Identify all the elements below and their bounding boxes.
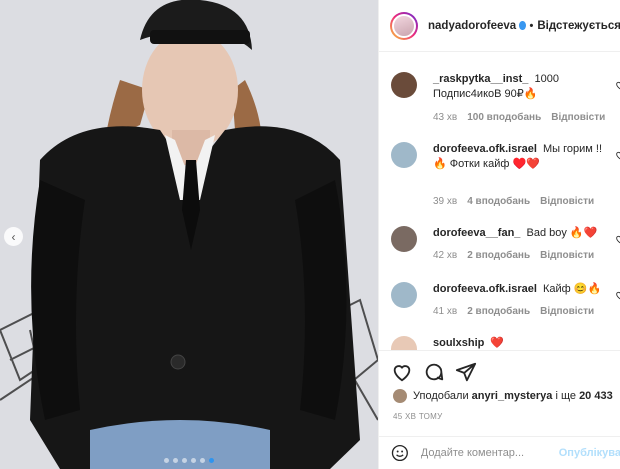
carousel-indicator [164, 458, 214, 463]
post-timestamp[interactable]: 45 ХВ ТОМУ [393, 412, 443, 421]
likes-summary: Уподобали anyri_mysterya і ще 20 433 [393, 389, 613, 403]
heart-icon[interactable] [615, 150, 620, 160]
liker-username[interactable]: anyri_mysterya [472, 390, 553, 402]
header-separator: • [529, 19, 534, 32]
comment-time: 39 хв [433, 196, 458, 207]
comment-likes[interactable]: 2 вподобань [467, 306, 530, 317]
comment-icon[interactable] [423, 361, 445, 383]
comment-content: ❤️ [490, 337, 505, 349]
carousel-dot [173, 458, 178, 463]
comment-meta: 39 хв 4 вподобань Відповісти [433, 196, 594, 207]
carousel-dot [191, 458, 196, 463]
comment-avatar[interactable] [391, 142, 417, 168]
comment-input[interactable] [420, 447, 551, 459]
author-avatar[interactable] [390, 11, 418, 40]
post-sidebar: nadyadorofeeva • Відстежується _raskpytk… [378, 0, 620, 469]
reply-button[interactable]: Відповісти [540, 306, 594, 317]
photo-illustration [0, 0, 378, 469]
heart-icon[interactable] [615, 80, 620, 90]
comment-avatar[interactable] [391, 72, 417, 98]
add-comment-bar: Опублікува [379, 436, 620, 469]
post-photo: ‹ [0, 0, 378, 469]
comment-time: 43 хв [433, 112, 458, 123]
comment-avatar[interactable] [391, 226, 417, 252]
likes-middle: і ще [555, 390, 576, 402]
comment-username[interactable]: dorofeeva.ofk.israel [433, 283, 537, 295]
comment-avatar[interactable] [391, 282, 417, 308]
comments-list[interactable]: _raskpytka__inst_ 1000 Подпис4икоВ 90₽🔥 … [379, 60, 620, 350]
comment-likes[interactable]: 4 вподобань [467, 196, 530, 207]
comment-meta: 42 хв 2 вподобань Відповісти [433, 250, 594, 261]
following-button[interactable]: Відстежується [537, 20, 620, 32]
comment-text: _raskpytka__inst_ 1000 Подпис4икоВ 90₽🔥 [433, 72, 613, 102]
carousel-prev-button[interactable]: ‹ [4, 227, 23, 246]
comment-time: 42 хв [433, 250, 458, 261]
reply-button[interactable]: Відповісти [540, 250, 594, 261]
comment-text: dorofeeva.ofk.israel Кайф 😊🔥 [433, 282, 613, 297]
comment-meta: 43 хв 100 вподобань Відповісти [433, 112, 605, 123]
emoji-icon[interactable] [391, 443, 409, 463]
liker-avatar[interactable] [393, 389, 407, 403]
post-comment-button[interactable]: Опублікува [559, 447, 620, 459]
comment-time: 41 хв [433, 306, 458, 317]
comment-text: soulxship ❤️ [433, 336, 613, 350]
comment-likes[interactable]: 2 вподобань [467, 250, 530, 261]
comment-text: dorofeeva__fan_ Bad boy 🔥❤️ [433, 226, 613, 241]
share-icon[interactable] [455, 361, 477, 383]
reply-button[interactable]: Відповісти [540, 196, 594, 207]
comment-username[interactable]: _raskpytka__inst_ [433, 73, 528, 85]
heart-icon[interactable] [615, 234, 620, 244]
comment-username[interactable]: dorofeeva.ofk.israel [433, 143, 537, 155]
comment-likes[interactable]: 100 вподобань [467, 112, 541, 123]
likes-prefix: Уподобали [413, 390, 469, 402]
verified-icon [519, 21, 526, 30]
heart-icon[interactable] [615, 290, 620, 300]
reply-button[interactable]: Відповісти [551, 112, 605, 123]
comment-username[interactable]: soulxship [433, 337, 484, 349]
carousel-dot-active [209, 458, 214, 463]
comment-text: dorofeeva.ofk.israel Мы горим !! 🔥 Фотки… [433, 142, 613, 172]
chevron-left-icon: ‹ [11, 229, 16, 244]
likes-count[interactable]: 20 433 [579, 390, 613, 402]
comment-content: Bad boy 🔥❤️ [526, 227, 598, 239]
heart-icon[interactable] [391, 361, 413, 383]
comment-meta: 41 хв 2 вподобань Відповісти [433, 306, 594, 317]
carousel-dot [164, 458, 169, 463]
post-actions [379, 350, 620, 390]
comment-content: Кайф 😊🔥 [543, 283, 602, 295]
comment-username[interactable]: dorofeeva__fan_ [433, 227, 520, 239]
carousel-dot [182, 458, 187, 463]
post-header: nadyadorofeeva • Відстежується [379, 0, 620, 52]
author-username[interactable]: nadyadorofeeva [428, 20, 516, 32]
comment-avatar[interactable] [391, 336, 417, 350]
carousel-dot [200, 458, 205, 463]
